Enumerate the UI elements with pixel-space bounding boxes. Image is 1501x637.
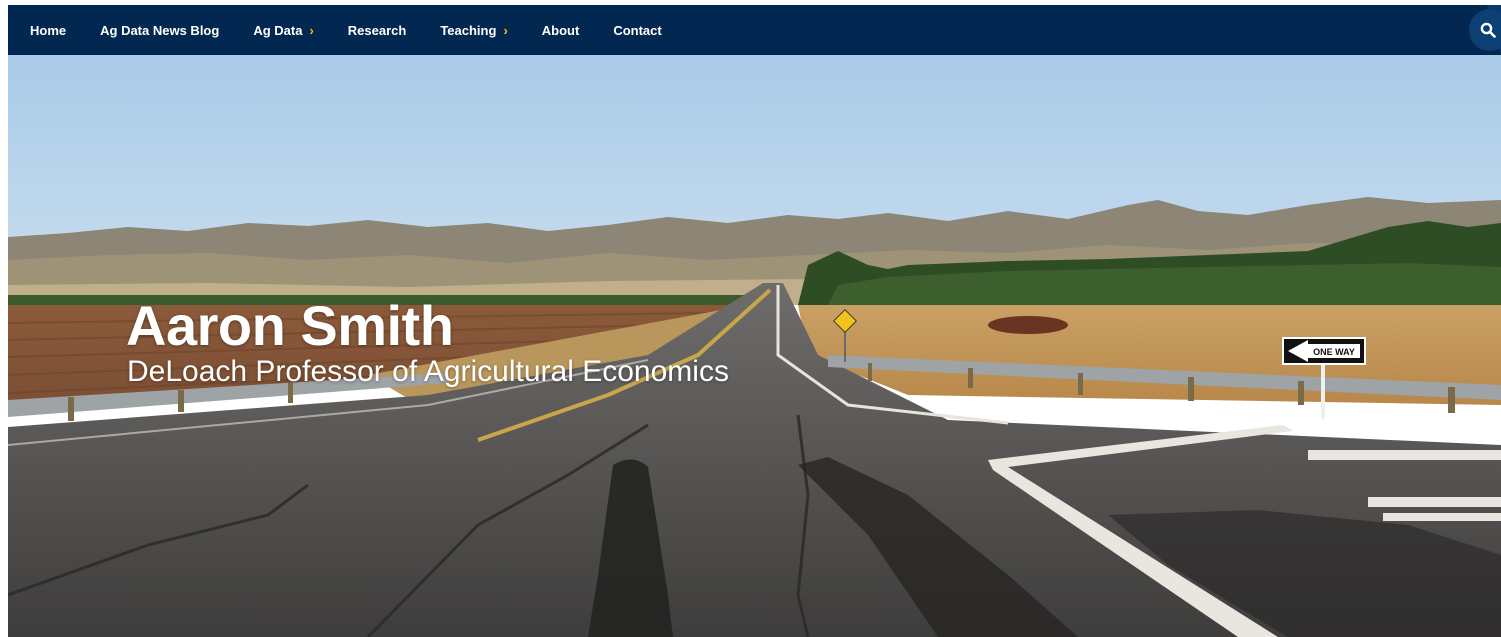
nav-item-label: Research — [347, 22, 407, 38]
nav-item-label: Contact — [613, 22, 662, 38]
one-way-sign-text: ONE WAY — [1313, 347, 1355, 357]
nav-item-teaching[interactable]: Teaching › — [440, 23, 507, 38]
nav-item-home[interactable]: Home — [30, 23, 66, 38]
chevron-right-icon: › — [309, 22, 314, 38]
nav-item-about[interactable]: About — [542, 23, 580, 38]
page-frame: Home Ag Data News Blog Ag Data › Researc… — [8, 5, 1501, 637]
nav-item-label: Ag Data — [253, 22, 303, 38]
hero-title: Aaron Smith — [126, 294, 454, 357]
nav-item-ag-data-news-blog[interactable]: Ag Data News Blog — [100, 23, 219, 38]
nav-item-contact[interactable]: Contact — [613, 23, 661, 38]
nav-item-research[interactable]: Research — [348, 23, 407, 38]
main-navigation: Home Ag Data News Blog Ag Data › Researc… — [8, 5, 1501, 55]
nav-item-label: Ag Data News Blog — [100, 22, 220, 38]
search-area — [1451, 5, 1501, 55]
nav-item-label: Home — [30, 22, 67, 38]
hero-subtitle: DeLoach Professor of Agricultural Econom… — [127, 355, 729, 388]
search-icon — [1480, 22, 1496, 38]
nav-item-label: About — [541, 22, 580, 38]
chevron-right-icon: › — [503, 22, 508, 38]
hero-banner: ONE WAY Aaron Smith DeLoach Professor of… — [8, 55, 1501, 637]
search-button[interactable] — [1469, 9, 1501, 51]
nav-item-ag-data[interactable]: Ag Data › — [253, 23, 313, 38]
nav-item-label: Teaching — [440, 22, 497, 38]
